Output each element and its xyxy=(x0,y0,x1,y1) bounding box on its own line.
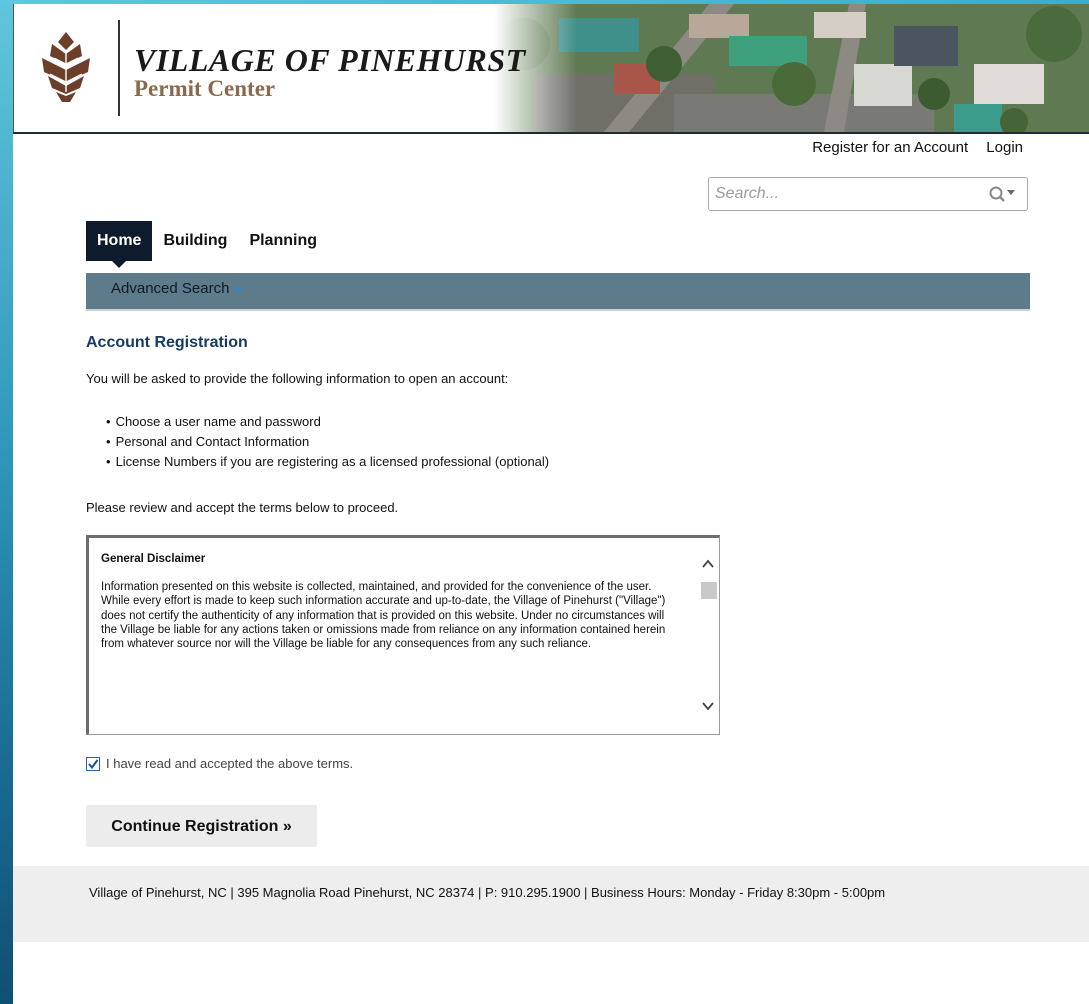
tab-building[interactable]: Building xyxy=(152,221,238,261)
advanced-search-menu[interactable]: Advanced Search xyxy=(111,280,244,297)
main-nav: Home Building Planning xyxy=(86,221,328,268)
terms-content: General Disclaimer Information presented… xyxy=(101,552,679,651)
site-title: VILLAGE OF PINEHURST xyxy=(134,42,526,78)
site-banner: VILLAGE OF PINEHURST Permit Center xyxy=(13,4,1089,134)
footer: Village of Pinehurst, NC | 395 Magnolia … xyxy=(13,866,1089,942)
list-item: Personal and Contact Information xyxy=(106,433,549,453)
requirements-list: Choose a user name and password Personal… xyxy=(106,413,550,473)
accept-terms-checkbox[interactable] xyxy=(86,756,100,771)
logo-divider xyxy=(118,20,120,116)
list-item: License Numbers if you are registering a… xyxy=(106,453,550,473)
intro-text: You will be asked to provide the followi… xyxy=(86,371,509,386)
scroll-thumb[interactable] xyxy=(701,582,717,599)
caret-down-icon xyxy=(235,286,244,292)
chevron-up-icon[interactable] xyxy=(701,558,715,570)
terms-scrollbar[interactable] xyxy=(697,538,719,734)
search-input[interactable] xyxy=(715,179,965,209)
terms-box[interactable]: General Disclaimer Information presented… xyxy=(86,535,720,735)
search-icon[interactable] xyxy=(987,185,1017,205)
tab-home[interactable]: Home xyxy=(86,221,153,268)
register-link[interactable]: Register for an Account xyxy=(812,139,968,156)
sub-nav: Advanced Search xyxy=(86,273,1030,311)
pinecone-icon xyxy=(42,32,90,102)
advanced-search-label: Advanced Search xyxy=(111,280,230,297)
site-subtitle: Permit Center xyxy=(134,76,276,101)
account-links: Register for an Account Login xyxy=(798,139,1023,156)
continue-registration-button[interactable]: Continue Registration » xyxy=(86,805,317,847)
chevron-down-icon xyxy=(1007,190,1015,195)
accept-terms-label[interactable]: I have read and accepted the above terms… xyxy=(106,756,353,771)
search-box xyxy=(708,177,1028,211)
left-accent-strip xyxy=(0,0,13,1004)
page-title: Account Registration xyxy=(86,334,248,351)
terms-heading: General Disclaimer xyxy=(101,553,206,565)
terms-body: Information presented on this website is… xyxy=(101,581,666,651)
tab-planning[interactable]: Planning xyxy=(238,221,328,261)
aerial-town-photo xyxy=(494,4,1089,132)
list-item: Choose a user name and password xyxy=(106,413,549,433)
footer-info: Village of Pinehurst, NC | 395 Magnolia … xyxy=(89,885,886,900)
accept-terms-row[interactable]: I have read and accepted the above terms… xyxy=(86,756,353,771)
review-instruction: Please review and accept the terms below… xyxy=(86,500,399,515)
checkmark-icon xyxy=(88,758,99,769)
login-link[interactable]: Login xyxy=(986,139,1023,156)
chevron-down-icon[interactable] xyxy=(701,700,715,712)
